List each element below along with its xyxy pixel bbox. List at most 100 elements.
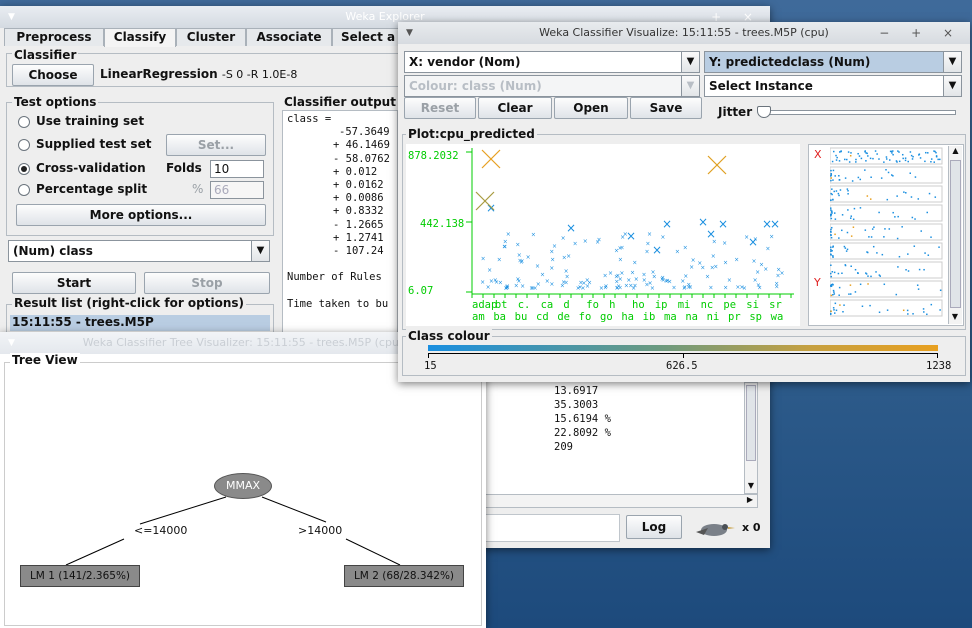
attribute-bar-point [917, 198, 920, 200]
percentage-input[interactable]: 66 [210, 181, 264, 199]
jitter-slider[interactable] [757, 106, 956, 118]
radio-supplied-test-set[interactable] [18, 139, 30, 151]
tab-associate[interactable]: Associate [246, 28, 332, 46]
stats-text: 13.6917 35.3003 15.6194 % 22.8092 % 209 [484, 382, 744, 508]
data-point: × [561, 235, 566, 242]
x-tick-label: sr [769, 299, 782, 311]
colour-select[interactable]: Colour: class (Num) ▼ [404, 75, 700, 97]
scroll-right-icon[interactable]: ▶ [743, 495, 757, 507]
clear-button[interactable]: Clear [478, 97, 552, 119]
attribute-bar-point [892, 153, 894, 156]
chevron-down-icon[interactable]: ▼ [943, 76, 961, 96]
data-point: × [774, 280, 779, 287]
scroll-up-icon[interactable]: ▲ [949, 146, 962, 158]
open-button[interactable]: Open [554, 97, 628, 119]
data-point: × [564, 279, 569, 286]
attribute-bar-point [832, 289, 835, 292]
attribute-bar-point [906, 309, 909, 312]
chevron-down-icon[interactable]: ▼ [943, 52, 961, 72]
data-point: × [723, 259, 728, 266]
chevron-down-icon[interactable]: ▼ [681, 52, 699, 72]
attribute-bar-point [830, 285, 833, 288]
attribute-bar-point [833, 150, 835, 153]
window-menu-icon[interactable]: ▼ [8, 6, 15, 28]
data-point: × [549, 248, 554, 255]
use-training-set-label: Use training set [36, 114, 145, 128]
tab-preprocess[interactable]: Preprocess [4, 28, 104, 46]
classifier-name: LinearRegression -S 0 -R 1.0E-8 [100, 67, 297, 81]
data-point: × [632, 260, 637, 267]
y-axis-select[interactable]: Y: predictedclass (Num) ▼ [704, 51, 962, 73]
scroll-down-icon[interactable]: ▼ [745, 481, 757, 493]
attribute-bar-point [870, 176, 872, 178]
attribute-bar[interactable] [830, 280, 943, 298]
more-options-button[interactable]: More options... [16, 204, 266, 226]
output-vscrollbar[interactable]: ▼ [744, 382, 758, 494]
chevron-down-icon[interactable]: ▼ [251, 241, 269, 261]
stop-button[interactable]: Stop [144, 272, 270, 294]
jitter-label: Jitter [718, 105, 753, 119]
attribute-bar[interactable] [830, 299, 943, 317]
data-point: × [505, 284, 510, 291]
attribute-bars[interactable] [830, 146, 946, 320]
attribute-bar-point [832, 199, 834, 201]
start-button[interactable]: Start [12, 272, 136, 294]
chevron-down-icon[interactable]: ▼ [681, 76, 699, 96]
visualize-titlebar[interactable]: ▼ Weka Classifier Visualize: 15:11:55 - … [398, 22, 970, 44]
attribute-bar[interactable] [830, 261, 943, 279]
folds-input[interactable]: 10 [210, 160, 264, 178]
radio-percentage-split[interactable] [18, 184, 30, 196]
attribute-bar-point [901, 153, 904, 156]
attribute-bar-point [832, 256, 834, 258]
x-tick-label: mi [677, 299, 691, 311]
output-hscrollbar[interactable]: ▶ [484, 494, 758, 508]
tab-select-attributes[interactable]: Select a [332, 28, 402, 46]
tab-cluster[interactable]: Cluster [176, 28, 246, 46]
save-button[interactable]: Save [630, 97, 702, 119]
tree-leaf-lm2[interactable]: LM 2 (68/28.342%) [344, 565, 464, 587]
attribute-bar-point [904, 157, 907, 159]
set-button[interactable]: Set... [166, 134, 266, 156]
attribute-bar-point [904, 159, 907, 162]
attribute-bar-point [850, 265, 852, 267]
output-line: - 58.0762 [333, 152, 390, 165]
choose-button[interactable]: Choose [12, 64, 94, 86]
attribute-bar-point [905, 269, 907, 271]
scroll-down-icon[interactable]: ▼ [949, 312, 961, 324]
jitter-slider-thumb[interactable] [757, 106, 771, 118]
data-point: × [617, 245, 622, 252]
x-tick-label: pe [723, 299, 737, 311]
class-select[interactable]: (Num) class ▼ [8, 240, 270, 262]
data-point: × [481, 255, 486, 262]
log-button[interactable]: Log [626, 515, 682, 539]
data-point: × [770, 217, 780, 231]
radio-use-training-set[interactable] [18, 116, 30, 128]
attribute-bar-point [927, 254, 930, 256]
attribute-bar-point [916, 284, 919, 286]
data-point: × [708, 284, 713, 291]
attribute-bar-point [933, 150, 935, 152]
window-controls[interactable]: − + × [879, 22, 962, 44]
attribute-bar-point [866, 251, 868, 253]
x-tick-label: ca [540, 299, 554, 311]
reset-button[interactable]: Reset [404, 97, 476, 119]
window-menu-icon[interactable]: ▼ [406, 22, 413, 44]
y-tick-mid: 442.138 [420, 218, 465, 230]
radio-cross-validation[interactable] [18, 163, 30, 175]
class-select-value: (Num) class [13, 244, 93, 258]
attribute-bar-point [914, 176, 917, 178]
attribute-bar-point [896, 161, 898, 163]
tree-leaf-lm1[interactable]: LM 1 (141/2.365%) [20, 565, 140, 587]
x-ticks-bottom: am ba bu cd de fo go ha ib ma na ni pr sp wa [472, 311, 792, 323]
attribute-bar[interactable] [830, 204, 943, 222]
attribute-bar-point [855, 158, 857, 161]
tree-root-node[interactable]: MMAX [214, 473, 272, 499]
x-axis-select[interactable]: X: vendor (Nom) ▼ [404, 51, 700, 73]
result-list-item[interactable]: 15:11:55 - trees.M5P [10, 315, 270, 331]
select-instance[interactable]: Select Instance ▼ [704, 75, 962, 97]
attribute-bar-point [852, 226, 855, 228]
tab-classify[interactable]: Classify [104, 28, 176, 47]
attribute-bar-point [869, 157, 872, 160]
bars-scrollbar[interactable]: ▲ ▼ [948, 146, 962, 324]
data-point: × [710, 264, 715, 271]
